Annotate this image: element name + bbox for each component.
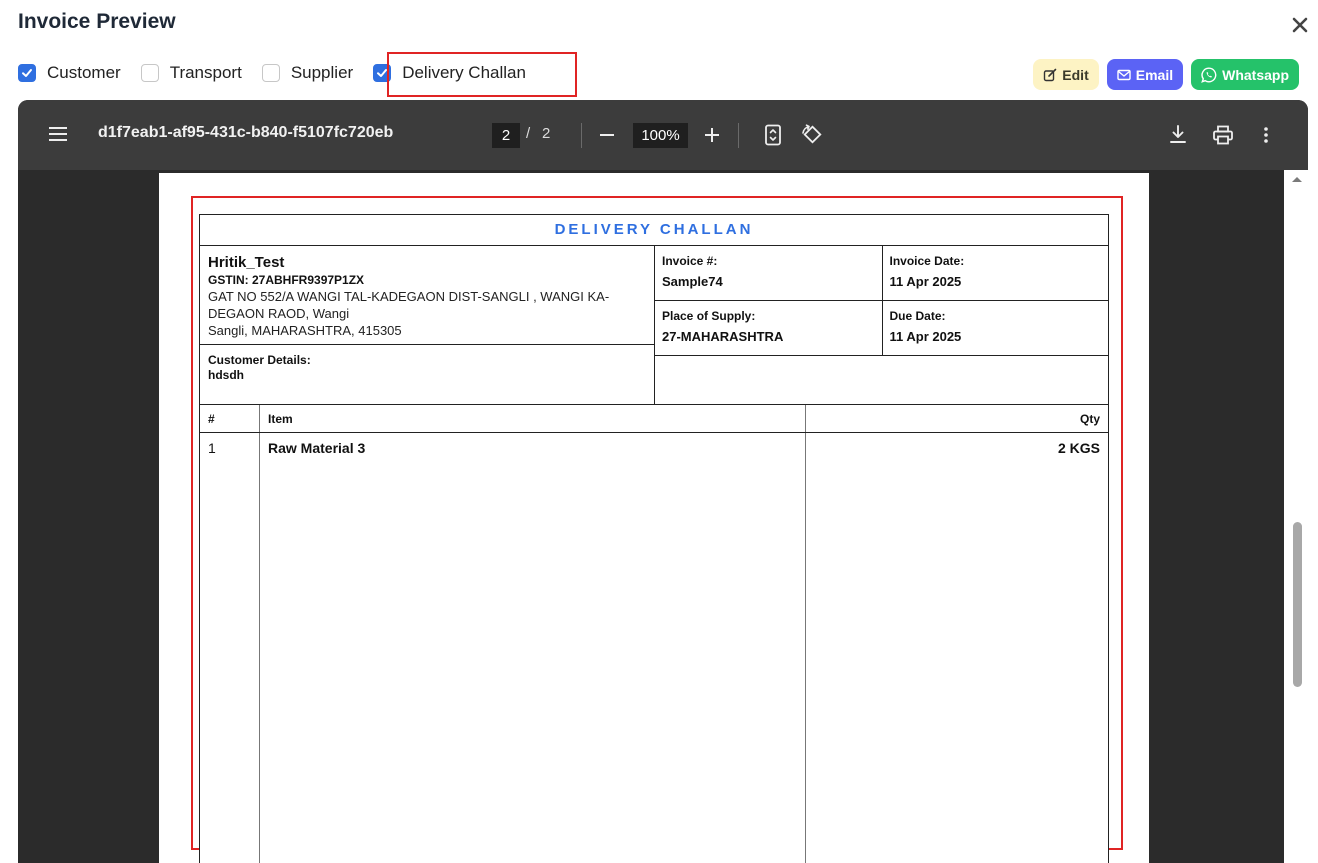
- items-table-header: # Item Qty: [200, 405, 1108, 433]
- page-number-input[interactable]: 2: [492, 123, 520, 148]
- place-of-supply: 27-MAHARASHTRA: [662, 329, 784, 344]
- more-options-icon[interactable]: [1262, 124, 1270, 146]
- due-date-label: Due Date:: [889, 309, 946, 323]
- supplier-name: Hritik_Test: [208, 254, 285, 271]
- row-number: 1: [200, 433, 260, 863]
- pdf-viewer: d1f7eab1-af95-431c-b840-f5107fc720eb 2 /…: [18, 100, 1308, 863]
- option-supplier[interactable]: Supplier: [261, 63, 354, 83]
- supplier-block: Hritik_Test GSTIN: 27ABHFR9397P1ZX GAT N…: [200, 246, 654, 345]
- email-button[interactable]: Email: [1106, 59, 1184, 90]
- whatsapp-icon: [1201, 66, 1217, 83]
- party-details: Hritik_Test GSTIN: 27ABHFR9397P1ZX GAT N…: [200, 246, 655, 404]
- meta-row: Invoice #: Sample74 Invoice Date: 11 Apr…: [655, 246, 1108, 301]
- column-item: Item: [260, 405, 806, 432]
- customer-checkbox[interactable]: [18, 64, 36, 82]
- page-separator: /: [526, 125, 531, 142]
- transport-option-label: Transport: [169, 63, 242, 82]
- rotate-icon[interactable]: [800, 124, 824, 146]
- dialog-title: Invoice Preview: [18, 10, 176, 33]
- column-number: #: [200, 405, 260, 432]
- place-of-supply-cell: Place of Supply: 27-MAHARASHTRA: [655, 301, 882, 355]
- zoom-out-icon[interactable]: [598, 124, 616, 146]
- supplier-gstin: GSTIN: 27ABHFR9397P1ZX: [208, 273, 365, 287]
- zoom-level[interactable]: 100%: [633, 123, 688, 148]
- delivery-challan-option-label: Delivery Challan: [402, 63, 526, 82]
- invoice-number: Sample74: [662, 274, 723, 289]
- toolbar-divider: [581, 123, 582, 148]
- due-date: 11 Apr 2025: [889, 329, 962, 344]
- scroll-up-icon: [1292, 177, 1302, 182]
- address-line-1: GAT NO 552/A WANGI TAL-KADEGAON DIST-SAN…: [208, 289, 610, 304]
- template-options: Customer Transport Supplier Delivery Cha…: [18, 60, 546, 86]
- table-row: 1 Raw Material 3 2 KGS: [200, 433, 1108, 863]
- whatsapp-label: Whatsapp: [1222, 66, 1289, 83]
- supplier-option-label: Supplier: [290, 63, 354, 82]
- toolbar-divider: [738, 123, 739, 148]
- invoice-number-cell: Invoice #: Sample74: [655, 246, 882, 300]
- zoom-in-icon[interactable]: [703, 124, 721, 146]
- row-item: Raw Material 3: [260, 433, 806, 863]
- edit-button[interactable]: Edit: [1033, 59, 1099, 90]
- option-delivery-challan[interactable]: Delivery Challan: [373, 63, 526, 83]
- pdf-toolbar: d1f7eab1-af95-431c-b840-f5107fc720eb 2 /…: [18, 100, 1308, 170]
- invoice-number-label: Invoice #:: [662, 254, 718, 268]
- email-label: Email: [1135, 66, 1174, 83]
- address-line-2: DEGAON RAOD, Wangi: [208, 306, 350, 321]
- invoice-date-cell: Invoice Date: 11 Apr 2025: [881, 246, 1109, 300]
- close-icon[interactable]: [1287, 12, 1313, 38]
- download-icon[interactable]: [1169, 124, 1187, 146]
- mail-icon: [1117, 69, 1131, 80]
- document-header: Hritik_Test GSTIN: 27ABHFR9397P1ZX GAT N…: [200, 246, 1108, 405]
- customer-block: Customer Details: hdsdh: [200, 345, 654, 390]
- pdf-filename: d1f7eab1-af95-431c-b840-f5107fc720eb: [98, 124, 394, 141]
- edit-icon: [1044, 68, 1057, 81]
- scrollbar-thumb[interactable]: [1293, 522, 1302, 687]
- supplier-address: GAT NO 552/A WANGI TAL-KADEGAON DIST-SAN…: [208, 288, 646, 339]
- due-date-cell: Due Date: 11 Apr 2025: [881, 301, 1109, 355]
- action-buttons: Edit Email Whatsapp: [1033, 59, 1299, 90]
- invoice-date-label: Invoice Date:: [889, 254, 965, 268]
- whatsapp-button[interactable]: Whatsapp: [1191, 59, 1299, 90]
- option-customer[interactable]: Customer: [18, 63, 121, 83]
- customer-option-label: Customer: [47, 63, 121, 82]
- option-transport[interactable]: Transport: [140, 63, 242, 83]
- vertical-scrollbar[interactable]: [1284, 170, 1308, 863]
- delivery-challan-document: DELIVERY CHALLAN Hritik_Test GSTIN: 27AB…: [199, 214, 1109, 863]
- customer-details-label: Customer Details:: [208, 353, 311, 367]
- meta-row: Place of Supply: 27-MAHARASHTRA Due Date…: [655, 301, 1108, 356]
- total-pages: 2: [542, 125, 551, 142]
- place-of-supply-label: Place of Supply:: [662, 309, 756, 323]
- invoice-meta: Invoice #: Sample74 Invoice Date: 11 Apr…: [655, 246, 1108, 404]
- menu-icon[interactable]: [48, 125, 68, 148]
- document-title: DELIVERY CHALLAN: [200, 215, 1108, 246]
- supplier-checkbox[interactable]: [261, 64, 280, 82]
- delivery-challan-checkbox[interactable]: [373, 64, 392, 82]
- row-qty: 2 KGS: [1057, 440, 1100, 456]
- address-line-3: Sangli, MAHARASHTRA, 415305: [208, 323, 402, 338]
- customer-name: hdsdh: [208, 368, 244, 382]
- print-icon[interactable]: [1212, 124, 1234, 146]
- invoice-date: 11 Apr 2025: [889, 274, 962, 289]
- column-qty: Qty: [1079, 412, 1100, 426]
- edit-label: Edit: [1062, 66, 1089, 83]
- fit-page-icon[interactable]: [764, 124, 782, 146]
- transport-checkbox[interactable]: [140, 64, 159, 82]
